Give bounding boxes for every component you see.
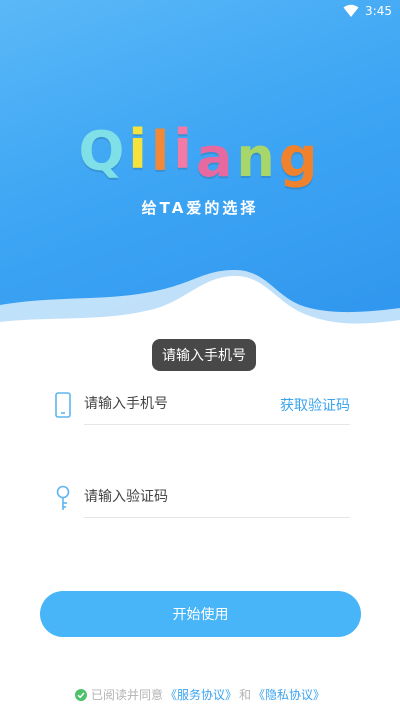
- agreement-row: 已阅读并同意 《服务协议》 和 《隐私协议》: [0, 686, 400, 703]
- logo-letter: Q: [78, 120, 129, 183]
- checkmark-icon[interactable]: [74, 688, 87, 701]
- wifi-icon: [343, 4, 359, 17]
- key-icon: [56, 485, 70, 510]
- agreement-and: 和: [239, 688, 252, 702]
- status-time: 3:45: [365, 4, 392, 18]
- start-button[interactable]: 开始使用: [40, 591, 361, 637]
- logo-letter: i: [128, 118, 151, 181]
- logo-letter: g: [278, 126, 322, 189]
- logo-letter: l: [150, 120, 174, 183]
- agreement-prefix: 已阅读并同意: [90, 688, 163, 702]
- get-code-button[interactable]: 获取验证码: [280, 395, 350, 415]
- privacy-agreement-link[interactable]: 《隐私协议》: [253, 686, 325, 703]
- status-bar: 3:45: [0, 0, 400, 22]
- phone-underline: [84, 424, 350, 425]
- app-slogan: 给TA爱的选择: [141, 199, 259, 217]
- code-underline: [84, 517, 350, 518]
- code-input[interactable]: [84, 479, 350, 515]
- logo-letter: i: [173, 118, 196, 181]
- phone-icon: [55, 392, 71, 418]
- toast-message: 请输入手机号: [152, 339, 256, 371]
- logo-letter: n: [236, 126, 279, 189]
- logo-letter: a: [195, 126, 237, 189]
- code-field: [52, 479, 350, 519]
- phone-field: 获取验证码: [52, 386, 350, 426]
- app-logo: Q i l i a n g: [0, 118, 400, 196]
- wave-divider: [0, 270, 400, 340]
- service-agreement-link[interactable]: 《服务协议》: [165, 686, 237, 703]
- header-banner: 3:45 Q i l i a n g 给TA爱的选择: [0, 0, 400, 340]
